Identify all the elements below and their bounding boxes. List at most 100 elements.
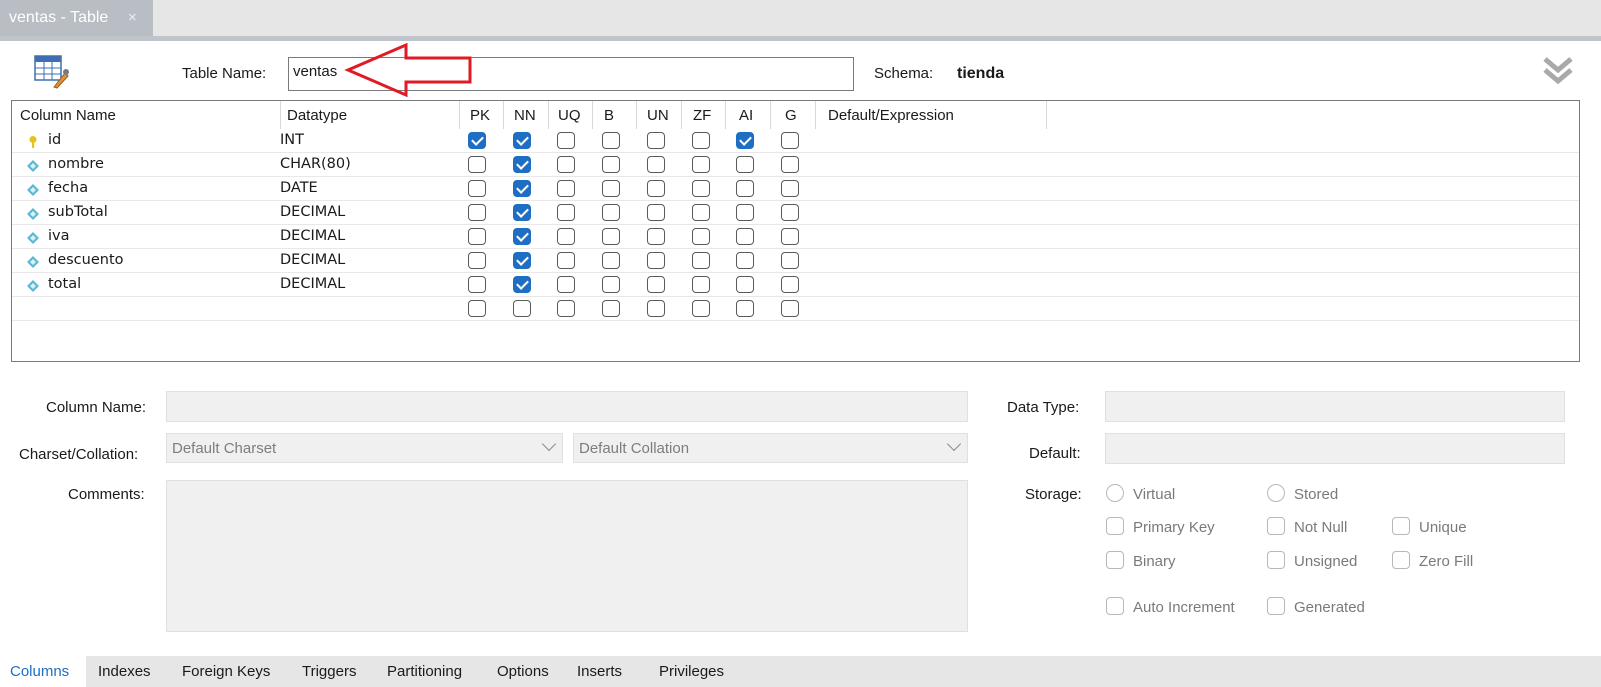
zf-checkbox[interactable] <box>692 132 710 149</box>
datatype-cell[interactable]: INT <box>280 132 304 148</box>
uq-checkbox[interactable] <box>557 156 575 173</box>
datatype-cell[interactable]: DATE <box>280 180 318 196</box>
table-row[interactable]: subTotal DECIMAL <box>12 201 1579 225</box>
unique-checkbox[interactable] <box>1392 517 1410 535</box>
charset-select[interactable]: Default Charset <box>166 433 563 463</box>
b-checkbox[interactable] <box>602 276 620 293</box>
table-row[interactable] <box>12 297 1579 321</box>
uq-checkbox[interactable] <box>557 228 575 245</box>
primary-key-checkbox[interactable] <box>1106 517 1124 535</box>
tab-inserts[interactable]: Inserts <box>577 663 622 680</box>
column-name-cell[interactable]: id <box>48 132 61 148</box>
tab-indexes[interactable]: Indexes <box>98 663 151 680</box>
un-checkbox[interactable] <box>647 180 665 197</box>
b-checkbox[interactable] <box>602 252 620 269</box>
uq-checkbox[interactable] <box>557 204 575 221</box>
column-name-cell[interactable]: iva <box>48 228 70 244</box>
header-datatype[interactable]: Datatype <box>287 107 347 124</box>
data-type-input[interactable] <box>1105 391 1565 422</box>
columns-grid[interactable]: Column Name Datatype PK NN UQ B UN ZF AI… <box>11 100 1580 362</box>
g-checkbox[interactable] <box>781 300 799 317</box>
tab-privileges[interactable]: Privileges <box>659 663 724 680</box>
collation-select[interactable]: Default Collation <box>573 433 968 463</box>
table-row[interactable]: total DECIMAL <box>12 273 1579 297</box>
g-checkbox[interactable] <box>781 132 799 149</box>
uq-checkbox[interactable] <box>557 132 575 149</box>
uq-checkbox[interactable] <box>557 300 575 317</box>
b-checkbox[interactable] <box>602 204 620 221</box>
nn-checkbox[interactable] <box>513 276 531 293</box>
column-name-cell[interactable]: total <box>48 276 81 292</box>
default-input[interactable] <box>1105 433 1565 464</box>
nn-checkbox[interactable] <box>513 228 531 245</box>
tab-columns[interactable]: Columns <box>10 663 69 680</box>
tab-foreign-keys[interactable]: Foreign Keys <box>182 663 270 680</box>
pk-checkbox[interactable] <box>468 180 486 197</box>
table-row[interactable]: descuento DECIMAL <box>12 249 1579 273</box>
header-nn[interactable]: NN <box>514 107 536 124</box>
ai-checkbox[interactable] <box>736 300 754 317</box>
pk-checkbox[interactable] <box>468 204 486 221</box>
auto-increment-checkbox[interactable] <box>1106 597 1124 615</box>
g-checkbox[interactable] <box>781 156 799 173</box>
un-checkbox[interactable] <box>647 156 665 173</box>
pk-checkbox[interactable] <box>468 252 486 269</box>
comments-textarea[interactable] <box>166 480 968 632</box>
unsigned-checkbox[interactable] <box>1267 551 1285 569</box>
g-checkbox[interactable] <box>781 252 799 269</box>
tab-ventas-table[interactable]: ventas - Table × <box>0 0 153 36</box>
header-default-expression[interactable]: Default/Expression <box>828 107 954 124</box>
nn-checkbox[interactable] <box>513 204 531 221</box>
generated-checkbox[interactable] <box>1267 597 1285 615</box>
un-checkbox[interactable] <box>647 228 665 245</box>
header-g[interactable]: G <box>785 107 797 124</box>
nn-checkbox[interactable] <box>513 300 531 317</box>
uq-checkbox[interactable] <box>557 180 575 197</box>
column-name-input[interactable] <box>166 391 968 422</box>
ai-checkbox[interactable] <box>736 156 754 173</box>
tab-close-icon[interactable]: × <box>128 9 137 26</box>
b-checkbox[interactable] <box>602 300 620 317</box>
un-checkbox[interactable] <box>647 300 665 317</box>
g-checkbox[interactable] <box>781 204 799 221</box>
nn-checkbox[interactable] <box>513 132 531 149</box>
pk-checkbox[interactable] <box>468 132 486 149</box>
header-pk[interactable]: PK <box>470 107 490 124</box>
datatype-cell[interactable]: DECIMAL <box>280 276 345 292</box>
datatype-cell[interactable]: DECIMAL <box>280 204 345 220</box>
column-name-cell[interactable]: descuento <box>48 252 124 268</box>
b-checkbox[interactable] <box>602 180 620 197</box>
tab-partitioning[interactable]: Partitioning <box>387 663 462 680</box>
tab-triggers[interactable]: Triggers <box>302 663 356 680</box>
not-null-checkbox[interactable] <box>1267 517 1285 535</box>
zf-checkbox[interactable] <box>692 180 710 197</box>
un-checkbox[interactable] <box>647 276 665 293</box>
b-checkbox[interactable] <box>602 228 620 245</box>
collapse-chevron-icon[interactable] <box>1541 55 1575 87</box>
pk-checkbox[interactable] <box>468 300 486 317</box>
nn-checkbox[interactable] <box>513 156 531 173</box>
header-ai[interactable]: AI <box>739 107 753 124</box>
binary-checkbox[interactable] <box>1106 551 1124 569</box>
datatype-cell[interactable]: DECIMAL <box>280 252 345 268</box>
stored-radio[interactable] <box>1267 484 1285 502</box>
nn-checkbox[interactable] <box>513 180 531 197</box>
un-checkbox[interactable] <box>647 132 665 149</box>
g-checkbox[interactable] <box>781 228 799 245</box>
datatype-cell[interactable]: DECIMAL <box>280 228 345 244</box>
zf-checkbox[interactable] <box>692 276 710 293</box>
b-checkbox[interactable] <box>602 156 620 173</box>
uq-checkbox[interactable] <box>557 276 575 293</box>
zf-checkbox[interactable] <box>692 300 710 317</box>
nn-checkbox[interactable] <box>513 252 531 269</box>
table-row[interactable]: fecha DATE <box>12 177 1579 201</box>
ai-checkbox[interactable] <box>736 252 754 269</box>
column-name-cell[interactable]: subTotal <box>48 204 108 220</box>
pk-checkbox[interactable] <box>468 276 486 293</box>
zf-checkbox[interactable] <box>692 156 710 173</box>
header-column-name[interactable]: Column Name <box>20 107 116 124</box>
un-checkbox[interactable] <box>647 252 665 269</box>
un-checkbox[interactable] <box>647 204 665 221</box>
header-zf[interactable]: ZF <box>693 107 711 124</box>
ai-checkbox[interactable] <box>736 204 754 221</box>
